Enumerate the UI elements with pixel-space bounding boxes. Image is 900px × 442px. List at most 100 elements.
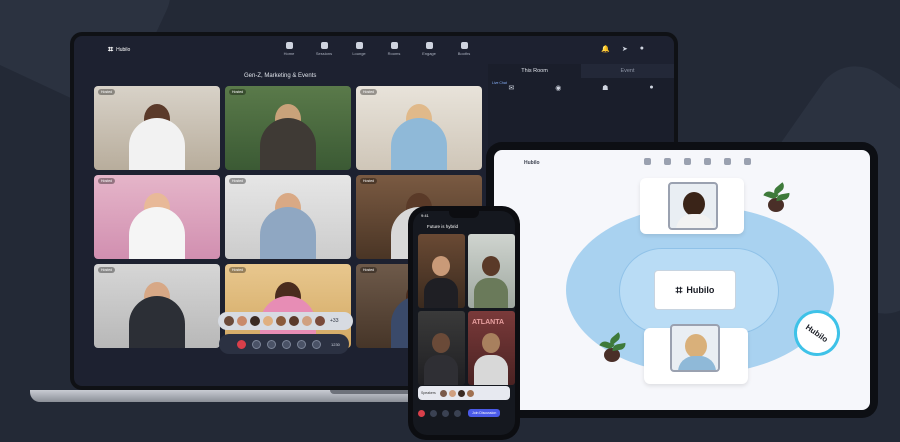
reaction-avatar [237, 316, 247, 326]
lounge-seat[interactable] [640, 178, 744, 234]
stage-title: Gen-Z, Marketing & Events [244, 73, 317, 79]
people-icon[interactable]: ☗ [602, 84, 608, 92]
booths-icon [460, 42, 468, 49]
tab-event[interactable]: Event [581, 64, 674, 78]
speaker-avatar [439, 389, 447, 397]
speaker-avatar [448, 389, 456, 397]
side-tabs: This Room Event [488, 64, 674, 78]
video-tile[interactable]: Hosted [225, 175, 351, 259]
sessions-icon[interactable] [664, 158, 671, 165]
video-tile[interactable] [468, 234, 515, 308]
reaction-avatar [289, 316, 299, 326]
reaction-count: +33 [330, 318, 339, 324]
avatar[interactable]: ● [640, 45, 644, 53]
speaker-avatar [466, 389, 474, 397]
center-logo-text: Hubilo [686, 285, 715, 295]
reaction-avatar [315, 316, 325, 326]
chat-icon[interactable]: ✉ [508, 84, 514, 92]
plant-icon [762, 182, 791, 212]
phone-title: Future is hybrid [427, 224, 459, 229]
video-tile[interactable]: Hosted [356, 86, 482, 170]
main-nav: Home Sessions Lounge Rooms Engage Booths [279, 42, 474, 56]
mic-icon[interactable] [252, 339, 261, 349]
info-icon[interactable]: ● [649, 84, 653, 92]
tile-tag: Hosted [360, 178, 378, 184]
engage-icon [425, 42, 433, 49]
participant-count: 1230 [331, 341, 340, 347]
brand-name: Hubilo [116, 46, 131, 53]
hand-icon[interactable] [267, 339, 276, 349]
reaction-avatar [263, 316, 273, 326]
reaction-avatar [276, 316, 286, 326]
leave-call-icon[interactable] [237, 339, 246, 349]
lounge-seat[interactable] [644, 324, 748, 384]
badge-logo-text: Hubilo [804, 322, 830, 344]
speakers-bar[interactable]: Speakers [418, 386, 510, 400]
reaction-bar[interactable]: +33 [218, 312, 353, 330]
mic-icon[interactable] [430, 409, 437, 417]
tab-this-room[interactable]: This Room [488, 64, 581, 78]
send-icon[interactable]: ➤ [622, 45, 628, 53]
tile-tag: Hosted [229, 178, 247, 184]
leave-call-icon[interactable] [418, 409, 425, 417]
eye-icon[interactable]: ◉ [555, 84, 561, 92]
nav-lounge[interactable]: Lounge [349, 42, 369, 56]
video-tile[interactable] [418, 311, 465, 385]
lounge-icon [355, 42, 363, 49]
tile-tag: Hosted [360, 267, 378, 273]
tile-tag: Hosted [360, 89, 378, 95]
video-tile[interactable]: Hosted [225, 86, 351, 170]
booths-icon[interactable] [744, 158, 751, 165]
video-tile[interactable]: Hosted [94, 86, 220, 170]
reaction-avatar [250, 316, 260, 326]
seat-video [668, 182, 718, 230]
tile-tag: Hosted [98, 178, 116, 184]
nav-home[interactable]: Home [279, 42, 299, 56]
tile-tag: Hosted [98, 267, 116, 273]
emoji-icon[interactable] [312, 339, 321, 349]
join-discussion-button[interactable]: Join Discussion [468, 409, 501, 417]
status-time: 9:41 [421, 213, 429, 218]
call-controls: 1230 [219, 334, 349, 354]
sessions-icon [320, 42, 328, 49]
plant-icon [598, 332, 627, 362]
phone-video-grid: ATLANTA [418, 234, 515, 385]
header-actions: 🔔 ➤ ● [601, 45, 644, 53]
livechat-label[interactable]: Live Chat [492, 81, 507, 85]
hubilo-logo-icon: ⌗ [675, 282, 683, 297]
video-tile[interactable]: Hosted [94, 175, 220, 259]
reaction-avatar [224, 316, 234, 326]
speakers-label: Speakers [421, 391, 436, 395]
screen-share-icon[interactable] [297, 339, 306, 349]
tablet-screen: Hubilo ⌗ Hubilo Hubilo [494, 150, 870, 410]
phone-screen: 9:41 Future is hybrid ATLANTA Speakers J… [413, 211, 515, 435]
emoji-icon[interactable] [454, 409, 461, 417]
bell-icon[interactable]: 🔔 [601, 45, 610, 53]
tile-tag: Hosted [229, 267, 247, 273]
nav-booths[interactable]: Booths [454, 42, 474, 56]
tablet-nav [644, 158, 751, 165]
hubilo-logo-icon: ⌗ [108, 44, 114, 54]
camera-icon[interactable] [282, 339, 291, 349]
nav-rooms[interactable]: Rooms [384, 42, 404, 56]
sign-text: ATLANTA [472, 319, 505, 326]
nav-sessions[interactable]: Sessions [314, 42, 334, 56]
camera-icon[interactable] [442, 409, 449, 417]
home-icon [285, 42, 293, 49]
speaker-avatar [457, 389, 465, 397]
rooms-icon[interactable] [704, 158, 711, 165]
phone-notch [449, 211, 479, 218]
phone-controls: Join Discussion [418, 409, 501, 417]
engage-icon[interactable] [724, 158, 731, 165]
hubilo-logo[interactable]: ⌗ Hubilo [108, 44, 130, 55]
seat-video [670, 324, 720, 372]
home-icon[interactable] [644, 158, 651, 165]
video-tile[interactable]: ATLANTA [468, 311, 515, 385]
tile-tag: Hosted [98, 89, 116, 95]
video-tile[interactable]: Hosted [94, 264, 220, 348]
app-header: ⌗ Hubilo Home Sessions Lounge Rooms Enga… [74, 36, 674, 64]
nav-engage[interactable]: Engage [419, 42, 439, 56]
lounge-icon[interactable] [684, 158, 691, 165]
video-tile[interactable] [418, 234, 465, 308]
tablet-brand[interactable]: Hubilo [524, 160, 540, 166]
